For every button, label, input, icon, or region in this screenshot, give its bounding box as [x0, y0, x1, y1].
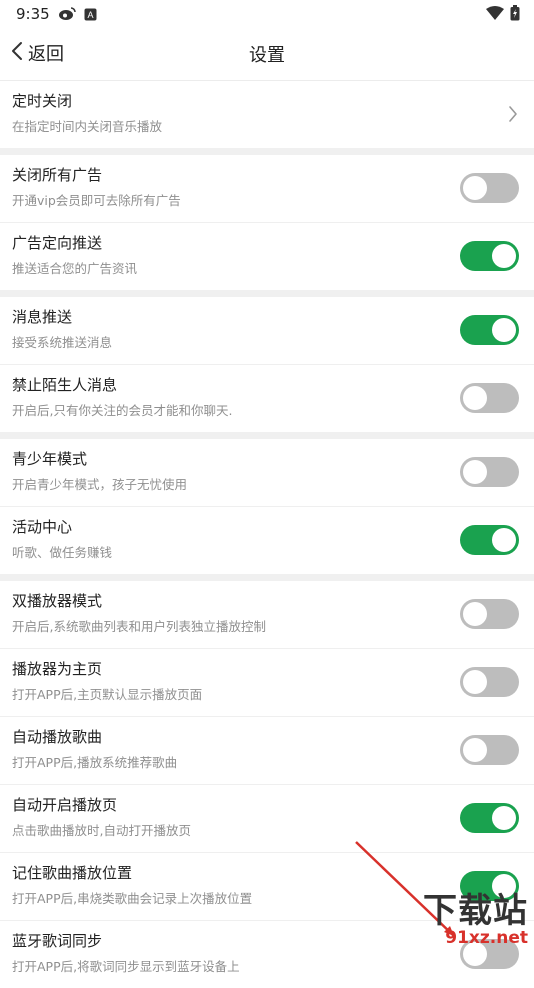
setting-title: 禁止陌生人消息 — [12, 376, 118, 394]
app-a-icon: A — [84, 7, 97, 25]
setting-description: 开通vip会员即可去除所有广告 — [12, 193, 181, 208]
toggle-switch[interactable] — [460, 173, 519, 203]
setting-row[interactable]: 关闭所有广告开通vip会员即可去除所有广告 — [0, 155, 534, 223]
setting-row[interactable]: 蓝牙歌词同步打开APP后,将歌词同步显示到蓝牙设备上 — [0, 921, 534, 988]
setting-title: 广告定向推送 — [12, 234, 103, 252]
setting-title: 播放器为主页 — [12, 660, 103, 678]
setting-description: 打开APP后,播放系统推荐歌曲 — [12, 755, 178, 770]
setting-row[interactable]: 自动开启播放页点击歌曲播放时,自动打开播放页 — [0, 785, 534, 853]
setting-description: 在指定时间内关闭音乐播放 — [12, 119, 163, 134]
setting-title: 双播放器模式 — [12, 592, 103, 610]
toggle-switch[interactable] — [460, 383, 519, 413]
toggle-switch[interactable] — [460, 315, 519, 345]
toggle-switch[interactable] — [460, 871, 519, 901]
toggle-knob — [463, 738, 487, 762]
setting-description: 开启青少年模式，孩子无忧使用 — [12, 477, 188, 492]
setting-description: 推送适合您的广告资讯 — [12, 261, 138, 276]
toggle-switch[interactable] — [460, 803, 519, 833]
toggle-switch[interactable] — [460, 667, 519, 697]
setting-title: 定时关闭 — [12, 92, 73, 110]
setting-description: 听歌、做任务赚钱 — [12, 545, 113, 560]
setting-title: 活动中心 — [12, 518, 73, 536]
toggle-switch[interactable] — [460, 939, 519, 969]
toggle-knob — [492, 806, 516, 830]
setting-row[interactable]: 广告定向推送推送适合您的广告资讯 — [0, 223, 534, 290]
setting-title: 记住歌曲播放位置 — [12, 864, 133, 882]
group-divider — [0, 574, 534, 581]
toggle-knob — [463, 942, 487, 966]
setting-row[interactable]: 活动中心听歌、做任务赚钱 — [0, 507, 534, 574]
toggle-switch[interactable] — [460, 599, 519, 629]
setting-description: 打开APP后,主页默认显示播放页面 — [12, 687, 203, 702]
status-bar: 9:35 A — [0, 0, 534, 28]
group-divider — [0, 290, 534, 297]
settings-list: 定时关闭 在指定时间内关闭音乐播放 关闭所有广告 开通vip会员即可去除所有广告 广告定… — [0, 81, 534, 988]
setting-title: 自动开启播放页 — [12, 796, 118, 814]
toggle-switch[interactable] — [460, 457, 519, 487]
setting-row[interactable]: 自动播放歌曲打开APP后,播放系统推荐歌曲 — [0, 717, 534, 785]
setting-description: 打开APP后,串烧类歌曲会记录上次播放位置 — [12, 891, 253, 906]
header: 返回 设置 — [0, 28, 534, 81]
setting-description: 点击歌曲播放时,自动打开播放页 — [12, 823, 191, 838]
setting-row[interactable]: 禁止陌生人消息开启后,只有你关注的会员才能和你聊天. — [0, 365, 534, 432]
toggle-switch[interactable] — [460, 525, 519, 555]
wifi-icon — [486, 6, 504, 24]
setting-title: 蓝牙歌词同步 — [12, 932, 103, 950]
setting-row[interactable]: 消息推送接受系统推送消息 — [0, 297, 534, 365]
setting-title: 关闭所有广告 — [12, 166, 103, 184]
toggle-switch[interactable] — [460, 735, 519, 765]
setting-description: 开启后,系统歌曲列表和用户列表独立播放控制 — [12, 619, 266, 634]
weibo-icon — [58, 6, 76, 25]
toggle-switch[interactable] — [460, 241, 519, 271]
toggle-knob — [463, 176, 487, 200]
toggle-knob — [463, 386, 487, 410]
setting-description: 打开APP后,将歌词同步显示到蓝牙设备上 — [12, 959, 240, 974]
group-divider — [0, 148, 534, 155]
group-divider — [0, 432, 534, 439]
toggle-knob — [492, 528, 516, 552]
setting-row[interactable]: 记住歌曲播放位置打开APP后,串烧类歌曲会记录上次播放位置 — [0, 853, 534, 921]
setting-row[interactable]: 播放器为主页打开APP后,主页默认显示播放页面 — [0, 649, 534, 717]
setting-row[interactable]: 青少年模式开启青少年模式，孩子无忧使用 — [0, 439, 534, 507]
setting-title: 青少年模式 — [12, 450, 88, 468]
setting-description: 开启后,只有你关注的会员才能和你聊天. — [12, 403, 233, 418]
toggle-knob — [463, 670, 487, 694]
setting-row[interactable]: 双播放器模式开启后,系统歌曲列表和用户列表独立播放控制 — [0, 581, 534, 649]
setting-title: 自动播放歌曲 — [12, 728, 103, 746]
battery-icon — [510, 5, 520, 25]
toggle-knob — [492, 244, 516, 268]
page-title: 设置 — [249, 45, 285, 66]
toggle-knob — [463, 460, 487, 484]
toggle-knob — [492, 318, 516, 342]
setting-row[interactable]: 定时关闭在指定时间内关闭音乐播放 — [0, 81, 534, 148]
svg-text:A: A — [87, 10, 93, 20]
status-time: 9:35 — [16, 5, 50, 23]
setting-description: 接受系统推送消息 — [12, 335, 113, 350]
toggle-knob — [492, 874, 516, 898]
setting-title: 消息推送 — [12, 308, 73, 326]
chevron-right-icon — [508, 105, 518, 127]
toggle-knob — [463, 602, 487, 626]
